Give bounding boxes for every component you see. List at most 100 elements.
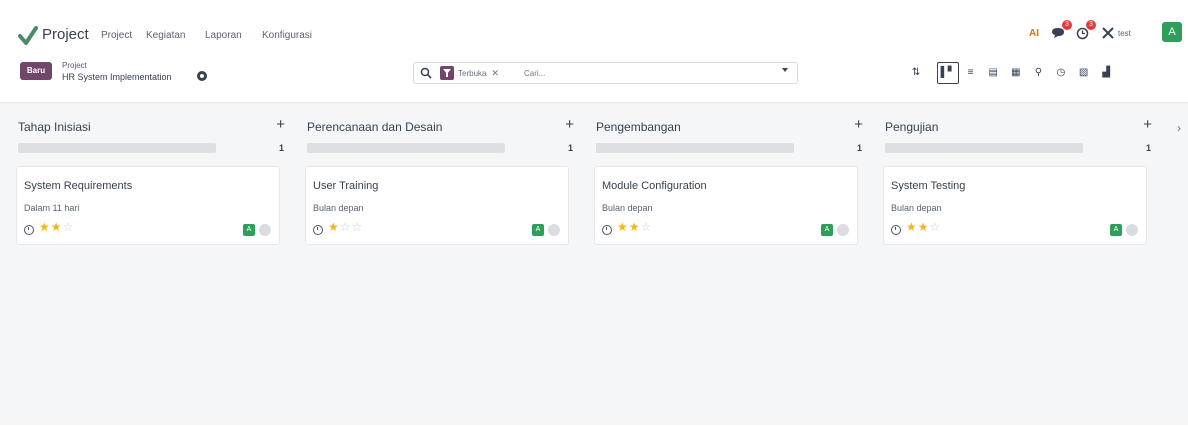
column-count: 1 bbox=[1145, 143, 1151, 153]
task-title: User Training bbox=[313, 180, 379, 192]
star-filled-icon[interactable]: ★ bbox=[328, 220, 340, 234]
column-progress-bar[interactable] bbox=[307, 143, 505, 153]
column-progress-bar[interactable] bbox=[18, 143, 216, 153]
chevron-right-icon[interactable]: › bbox=[1177, 121, 1181, 135]
search-icon[interactable] bbox=[420, 67, 432, 79]
column-count: 1 bbox=[567, 143, 573, 153]
facet-label: Terbuka bbox=[458, 68, 487, 78]
priority-stars[interactable]: ★☆☆ bbox=[328, 220, 363, 234]
column-title[interactable]: Perencanaan dan Desain bbox=[307, 120, 442, 134]
view-map-icon[interactable]: ⚲ bbox=[1027, 62, 1049, 84]
star-empty-icon[interactable]: ☆ bbox=[63, 220, 75, 234]
task-deadline: Bulan depan bbox=[602, 203, 653, 213]
activity-clock-icon[interactable] bbox=[24, 225, 34, 235]
view-pivot-icon[interactable]: ▧ bbox=[1073, 62, 1095, 84]
app-name[interactable]: Project bbox=[42, 26, 89, 43]
activity-clock-icon[interactable]: 3 bbox=[1073, 20, 1096, 42]
view-kanban-icon[interactable]: ▌▘ bbox=[937, 62, 959, 84]
star-filled-icon[interactable]: ★ bbox=[617, 220, 629, 234]
star-empty-icon[interactable]: ☆ bbox=[641, 220, 653, 234]
star-filled-icon[interactable]: ★ bbox=[39, 220, 51, 234]
view-form-icon[interactable]: ▤ bbox=[982, 62, 1004, 84]
task-card[interactable]: Module Configuration Bulan depan ★★☆ A bbox=[594, 166, 858, 245]
search-facet: Terbuka ✕ bbox=[440, 66, 499, 80]
filter-icon bbox=[440, 66, 454, 80]
activity-clock-icon[interactable] bbox=[313, 225, 323, 235]
kanban-column: Pengembangan + 1 Module Configuration Bu… bbox=[592, 103, 866, 426]
column-progress-bar[interactable] bbox=[885, 143, 1083, 153]
priority-stars[interactable]: ★★☆ bbox=[617, 220, 652, 234]
add-task-plus-icon[interactable]: + bbox=[1143, 116, 1152, 133]
view-activity-icon[interactable]: ◷ bbox=[1050, 62, 1072, 84]
column-title[interactable]: Pengembangan bbox=[596, 120, 681, 134]
discuss-icon[interactable]: 3 bbox=[1049, 20, 1072, 42]
gear-icon[interactable] bbox=[197, 71, 207, 81]
kanban-column: Pengujian + 1 System Testing Bulan depan… bbox=[881, 103, 1155, 426]
activity-clock-icon[interactable] bbox=[891, 225, 901, 235]
star-empty-icon[interactable]: ☆ bbox=[352, 220, 364, 234]
form-glyph: ▤ bbox=[988, 67, 998, 78]
task-card[interactable]: User Training Bulan depan ★☆☆ A bbox=[305, 166, 569, 245]
activity-clock-icon[interactable] bbox=[602, 225, 612, 235]
task-title: Module Configuration bbox=[602, 180, 707, 192]
column-count: 1 bbox=[856, 143, 862, 153]
column-count: 1 bbox=[278, 143, 284, 153]
column-title[interactable]: Pengujian bbox=[885, 120, 938, 134]
assignee-avatar[interactable]: A bbox=[532, 224, 544, 236]
new-button[interactable]: Baru bbox=[20, 62, 52, 80]
company-name[interactable]: test bbox=[1118, 24, 1148, 42]
activity-glyph: ◷ bbox=[1056, 67, 1066, 78]
task-deadline: Bulan depan bbox=[313, 203, 364, 213]
breadcrumb-parent[interactable]: Project bbox=[62, 61, 87, 70]
project-app-check-icon[interactable] bbox=[18, 26, 38, 46]
kanban-state-dot[interactable] bbox=[1126, 224, 1138, 236]
star-empty-icon[interactable]: ☆ bbox=[340, 220, 352, 234]
star-empty-icon[interactable]: ☆ bbox=[930, 220, 942, 234]
add-task-plus-icon[interactable]: + bbox=[276, 116, 285, 133]
view-graph-icon[interactable]: ▟ bbox=[1095, 62, 1117, 84]
activity-badge: 3 bbox=[1086, 20, 1096, 30]
add-task-plus-icon[interactable]: + bbox=[854, 116, 863, 133]
priority-stars[interactable]: ★★☆ bbox=[39, 220, 74, 234]
column-title[interactable]: Tahap Inisiasi bbox=[18, 120, 91, 134]
kanban-column: Perencanaan dan Desain + 1 User Training… bbox=[303, 103, 577, 426]
kanban-state-dot[interactable] bbox=[259, 224, 271, 236]
star-filled-icon[interactable]: ★ bbox=[629, 220, 641, 234]
menu-laporan[interactable]: Laporan bbox=[205, 30, 242, 41]
task-title: System Testing bbox=[891, 180, 966, 192]
menu-kegiatan[interactable]: Kegiatan bbox=[146, 30, 185, 41]
user-avatar[interactable]: A bbox=[1162, 22, 1182, 42]
column-progress-bar[interactable] bbox=[596, 143, 794, 153]
search-input[interactable] bbox=[524, 65, 744, 81]
kanban-state-dot[interactable] bbox=[837, 224, 849, 236]
facet-remove-icon[interactable]: ✕ bbox=[491, 68, 499, 79]
menu-project[interactable]: Project bbox=[101, 30, 132, 41]
task-title: System Requirements bbox=[24, 180, 133, 192]
star-filled-icon[interactable]: ★ bbox=[51, 220, 63, 234]
assignee-avatar[interactable]: A bbox=[821, 224, 833, 236]
view-calendar-icon[interactable]: ▦ bbox=[1005, 62, 1027, 84]
view-list-icon[interactable]: ≡ bbox=[960, 62, 982, 84]
kanban-state-dot[interactable] bbox=[548, 224, 560, 236]
star-filled-icon[interactable]: ★ bbox=[906, 220, 918, 234]
calendar-glyph: ▦ bbox=[1011, 67, 1021, 78]
priority-stars[interactable]: ★★☆ bbox=[906, 220, 941, 234]
list-glyph: ≡ bbox=[967, 67, 974, 78]
star-filled-icon[interactable]: ★ bbox=[918, 220, 930, 234]
assignee-avatar[interactable]: A bbox=[1110, 224, 1122, 236]
top-navbar: Project Project Kegiatan Laporan Konfigu… bbox=[0, 0, 1188, 52]
search-options-toggle-icon[interactable] bbox=[782, 68, 788, 72]
add-task-plus-icon[interactable]: + bbox=[565, 116, 574, 133]
ai-button[interactable]: AI bbox=[1025, 24, 1043, 42]
breadcrumb-current: HR System Implementation bbox=[62, 72, 172, 82]
tools-icon[interactable] bbox=[1101, 24, 1115, 42]
task-card[interactable]: System Requirements Dalam 11 hari ★★☆ A bbox=[16, 166, 280, 245]
task-card[interactable]: System Testing Bulan depan ★★☆ A bbox=[883, 166, 1147, 245]
assignee-avatar[interactable]: A bbox=[243, 224, 255, 236]
sort-toggle-icon[interactable]: ⇅ bbox=[905, 62, 927, 84]
kanban-board: Tahap Inisiasi + 1 System Requirements D… bbox=[0, 102, 1188, 425]
map-glyph: ⚲ bbox=[1034, 67, 1043, 78]
menu-konfigurasi[interactable]: Konfigurasi bbox=[262, 30, 312, 41]
kanban-column: Tahap Inisiasi + 1 System Requirements D… bbox=[14, 103, 288, 426]
search-bar: Terbuka ✕ bbox=[413, 62, 798, 84]
